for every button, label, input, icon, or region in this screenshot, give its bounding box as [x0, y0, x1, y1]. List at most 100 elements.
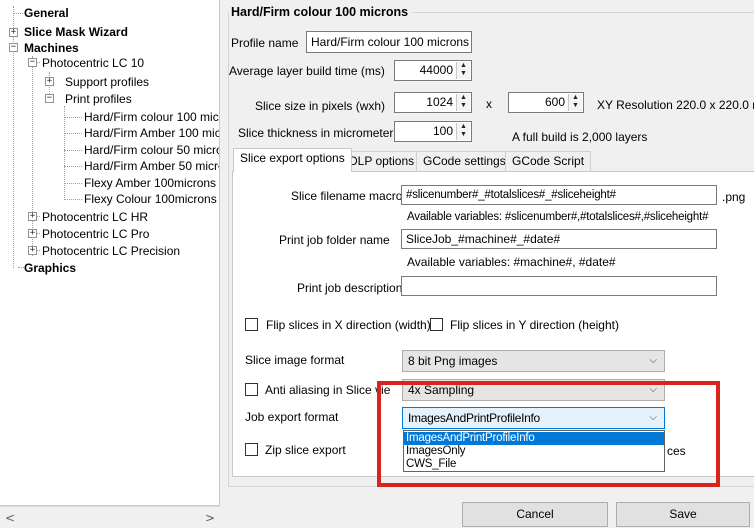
tree-connector [64, 166, 82, 167]
flip-y-checkbox[interactable] [430, 318, 443, 331]
slice-height-value: 600 [544, 95, 565, 109]
tree-connector [32, 56, 33, 256]
group-border [390, 12, 754, 13]
tree-item-profile[interactable]: Hard/Firm colour 50 microns [84, 143, 219, 157]
spin-up-icon[interactable]: ▲ [457, 94, 470, 102]
size-separator: x [486, 97, 492, 111]
xy-resolution-text: XY Resolution 220.0 x 220.0 mu [597, 98, 754, 112]
tree-item-profile[interactable]: Hard/Firm colour 100 microns [84, 110, 219, 124]
image-format-select[interactable]: 8 bit Png images ⌵ [402, 350, 665, 372]
tree-item-lc-precision[interactable]: Photocentric LC Precision [42, 244, 180, 258]
tree-connector [64, 106, 65, 200]
profile-group-title: Hard/Firm colour 100 microns [231, 5, 413, 19]
expand-icon[interactable]: + [28, 212, 37, 221]
tree-item-lc10[interactable]: Photocentric LC 10 [42, 56, 144, 70]
slice-thickness-spinner[interactable]: 100 ▲ ▼ [394, 121, 472, 142]
expand-icon[interactable]: + [28, 229, 37, 238]
tab-dlp-options[interactable]: DLP options [342, 151, 422, 171]
spin-up-icon[interactable]: ▲ [569, 94, 582, 102]
save-button[interactable]: Save [616, 502, 750, 527]
anti-aliasing-label: Anti aliasing in Slice view [265, 383, 390, 397]
spin-up-icon[interactable]: ▲ [457, 123, 470, 131]
chevron-down-icon: ⌵ [649, 384, 657, 395]
tree-item-profile[interactable]: Flexy Colour 100microns [84, 192, 217, 206]
profile-name-input[interactable]: Hard/Firm colour 100 microns [306, 31, 472, 53]
slice-thickness-label: Slice thickness in micrometer [238, 126, 394, 140]
profile-name-label: Profile name [231, 36, 299, 50]
tree-connector [64, 133, 82, 134]
filename-macro-label: Slice filename macro [291, 189, 403, 203]
tree-item-profile[interactable]: Hard/Firm Amber 100 microns [84, 126, 219, 140]
full-build-text: A full build is 2,000 layers [512, 130, 648, 144]
anti-aliasing-checkbox[interactable] [245, 383, 258, 396]
job-description-label: Print job description [297, 281, 403, 295]
tree-item-profile[interactable]: Flexy Amber 100microns [84, 176, 216, 190]
cancel-button[interactable]: Cancel [462, 502, 608, 527]
collapse-icon[interactable]: − [45, 94, 54, 103]
spin-down-icon[interactable]: ▼ [457, 70, 470, 78]
tree-item-slice-mask-wizard[interactable]: Slice Mask Wizard [24, 25, 128, 39]
anti-aliasing-select[interactable]: 4x Sampling ⌵ [402, 379, 665, 401]
flip-x-label: Flip slices in X direction (width) [266, 318, 431, 332]
slice-width-value: 1024 [426, 95, 453, 109]
flip-x-checkbox[interactable] [245, 318, 258, 331]
image-format-label: Slice image format [245, 353, 345, 367]
spin-down-icon[interactable]: ▼ [569, 102, 582, 110]
scroll-left-icon[interactable]: < [5, 511, 15, 525]
dropdown-option[interactable]: ImagesOnly [404, 445, 664, 458]
job-folder-input[interactable]: SliceJob_#machine#_#date# [401, 229, 717, 249]
slice-thickness-value: 100 [432, 124, 453, 138]
tree-item-machines[interactable]: Machines [24, 41, 79, 55]
filename-extension: .png [722, 190, 746, 204]
spin-down-icon[interactable]: ▼ [457, 131, 470, 139]
spin-up-icon[interactable]: ▲ [457, 62, 470, 70]
avg-layer-time-value: 44000 [419, 63, 453, 77]
tree-horizontal-scrollbar[interactable]: < > [0, 506, 220, 528]
tree-item-profile[interactable]: Hard/Firm Amber 50 microns [84, 159, 219, 173]
filename-variables-hint: Available variables: #slicenumber#,#tota… [407, 211, 709, 223]
job-export-format-dropdown[interactable]: ImagesAndPrintProfileInfo ImagesOnly CWS… [403, 430, 665, 472]
spin-down-icon[interactable]: ▼ [457, 102, 470, 110]
slice-size-label: Slice size in pixels (wxh) [255, 99, 386, 113]
slice-height-spinner[interactable]: 600 ▲ ▼ [508, 92, 584, 113]
tab-gcode-settings[interactable]: GCode settings [416, 151, 513, 171]
tree-item-print-profiles[interactable]: Print profiles [65, 92, 132, 106]
tree-connector [64, 150, 82, 151]
tree-connector [64, 199, 82, 200]
job-folder-label: Print job folder name [279, 233, 390, 247]
collapse-icon[interactable]: − [9, 43, 18, 52]
chevron-down-icon: ⌵ [649, 412, 657, 423]
job-export-format-select[interactable]: ImagesAndPrintProfileInfo ⌵ [402, 407, 665, 429]
expand-icon[interactable]: + [28, 246, 37, 255]
folder-variables-hint: Available variables: #machine#, #date# [407, 255, 616, 269]
expand-icon[interactable]: + [9, 28, 18, 37]
filename-macro-input[interactable]: #slicenumber#_#totalslices#_#sliceheight… [401, 185, 717, 205]
group-border [228, 486, 754, 487]
zip-export-label: Zip slice export [265, 443, 346, 457]
tree-item-lc-hr[interactable]: Photocentric LC HR [42, 210, 148, 224]
group-border [228, 12, 229, 486]
expand-icon[interactable]: + [45, 77, 54, 86]
flip-y-label: Flip slices in Y direction (height) [450, 318, 619, 332]
tree-item-general[interactable]: General [24, 6, 69, 20]
job-description-input[interactable] [401, 276, 717, 296]
tree-item-graphics[interactable]: Graphics [24, 261, 76, 275]
obscured-label-text: ces [667, 444, 686, 458]
dropdown-option[interactable]: CWS_File [404, 458, 664, 471]
tree-item-lc-pro[interactable]: Photocentric LC Pro [42, 227, 149, 241]
tree-connector [13, 13, 23, 14]
job-export-format-label: Job export format [245, 410, 339, 424]
settings-tree[interactable]: + − − + − + + + General Slice Mask Wizar… [0, 0, 220, 506]
tree-item-support-profiles[interactable]: Support profiles [65, 75, 149, 89]
chevron-down-icon: ⌵ [649, 355, 657, 366]
slice-width-spinner[interactable]: 1024 ▲ ▼ [394, 92, 472, 113]
tab-slice-export-options[interactable]: Slice export options [233, 148, 352, 172]
scroll-right-icon[interactable]: > [205, 511, 215, 525]
avg-layer-time-spinner[interactable]: 44000 ▲ ▼ [394, 60, 472, 81]
tree-connector [64, 117, 82, 118]
dropdown-option[interactable]: ImagesAndPrintProfileInfo [404, 432, 664, 445]
collapse-icon[interactable]: − [28, 58, 37, 67]
tab-gcode-script[interactable]: GCode Script [505, 151, 592, 171]
zip-export-checkbox[interactable] [245, 443, 258, 456]
avg-layer-time-label: Average layer build time (ms) [229, 64, 385, 78]
